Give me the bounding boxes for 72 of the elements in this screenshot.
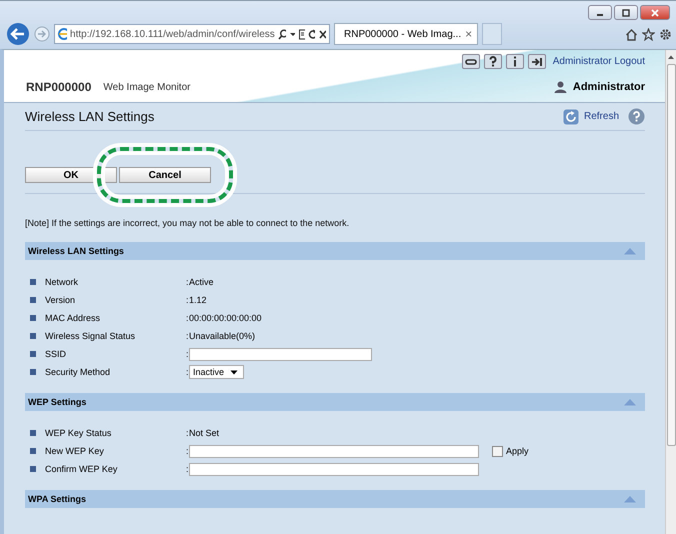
page-title: Wireless LAN Settings [25, 109, 154, 124]
section-header[interactable]: WPA Settings [25, 490, 645, 508]
tab-close-button[interactable]: × [465, 27, 472, 41]
section-header[interactable]: Wireless LAN Settings [25, 242, 645, 260]
refresh-icon[interactable] [308, 28, 316, 40]
bullet-icon [30, 279, 36, 285]
minimize-icon[interactable] [588, 5, 612, 20]
note-text: [Note] If the settings are incorrect, you may not be able to connect to the network. [25, 217, 350, 230]
link-icon[interactable] [462, 54, 480, 69]
field-value: Unavailable(0%) [189, 331, 256, 341]
field-value: Active [189, 277, 214, 287]
separator-colon: : [186, 295, 189, 305]
info-icon[interactable] [506, 54, 524, 69]
dropdown[interactable]: Inactive [189, 365, 244, 379]
dialog-button[interactable]: Cancel [119, 167, 211, 183]
bullet-icon [30, 351, 36, 357]
logout-icon[interactable] [528, 54, 546, 69]
close-icon[interactable] [318, 28, 326, 40]
separator-colon: : [186, 446, 189, 456]
field-value: 1.12 [189, 295, 207, 305]
tab-title: RNP000000 - Web Imag... [344, 28, 462, 40]
page-icon[interactable] [298, 28, 305, 40]
bullet-icon [30, 369, 36, 375]
scroll-up-arrow-icon[interactable] [667, 54, 675, 60]
input-field[interactable] [189, 444, 479, 458]
field-label: New WEP Key [45, 446, 105, 456]
search-icon[interactable] [278, 28, 286, 40]
browser-tab[interactable]: RNP000000 - Web Imag... × [334, 23, 478, 45]
field-value: Not Set [189, 428, 220, 438]
field-label: Wireless Signal Status [45, 331, 136, 341]
address-bar[interactable]: http://192.168.10.111/web/admin/conf/wireless [54, 24, 330, 44]
section-header[interactable]: WEP Settings [25, 393, 645, 411]
separator-colon: : [186, 428, 189, 438]
separator-colon: : [186, 349, 189, 359]
help-icon[interactable] [484, 54, 502, 69]
checkbox[interactable] [492, 446, 503, 456]
refresh-link[interactable]: Refresh [584, 111, 619, 122]
field-label: Version [45, 295, 76, 305]
separator-colon: : [186, 367, 189, 377]
scrollbar[interactable] [665, 50, 676, 534]
field-value: 00:00:00:00:00:00 [189, 313, 262, 323]
logout-link[interactable]: Administrator Logout [552, 56, 645, 67]
device-name: RNP000000 [26, 80, 92, 94]
bullet-icon [30, 297, 36, 303]
home-icon[interactable] [625, 28, 638, 40]
bullet-icon [30, 430, 36, 436]
bullet-icon [30, 466, 36, 472]
user-icon [554, 81, 567, 93]
dialog-button[interactable]: OK [25, 167, 117, 183]
field-label: WEP Key Status [45, 428, 112, 438]
settings-icon[interactable] [659, 28, 672, 40]
product-name: Web Image Monitor [103, 82, 190, 92]
bullet-icon [30, 448, 36, 454]
input-field[interactable] [189, 348, 372, 360]
user-name: Administrator [572, 81, 645, 93]
separator-colon: : [186, 313, 189, 323]
field-label: Security Method [45, 367, 112, 377]
field-label: Confirm WEP Key [45, 464, 118, 474]
separator-colon: : [186, 464, 189, 474]
maximize-icon[interactable] [614, 5, 638, 20]
bullet-icon [30, 315, 36, 321]
bullet-icon [30, 333, 36, 339]
browser-logo-icon [58, 28, 68, 40]
separator-colon: : [186, 277, 189, 287]
star-icon[interactable] [642, 28, 655, 40]
input-field[interactable] [189, 462, 479, 476]
field-label: SSID [45, 349, 68, 359]
field-label: MAC Address [45, 313, 102, 323]
caret-icon[interactable] [230, 370, 238, 374]
checkbox-label: Apply [506, 446, 529, 456]
field-label: Network [45, 277, 80, 287]
separator-colon: : [186, 331, 189, 341]
